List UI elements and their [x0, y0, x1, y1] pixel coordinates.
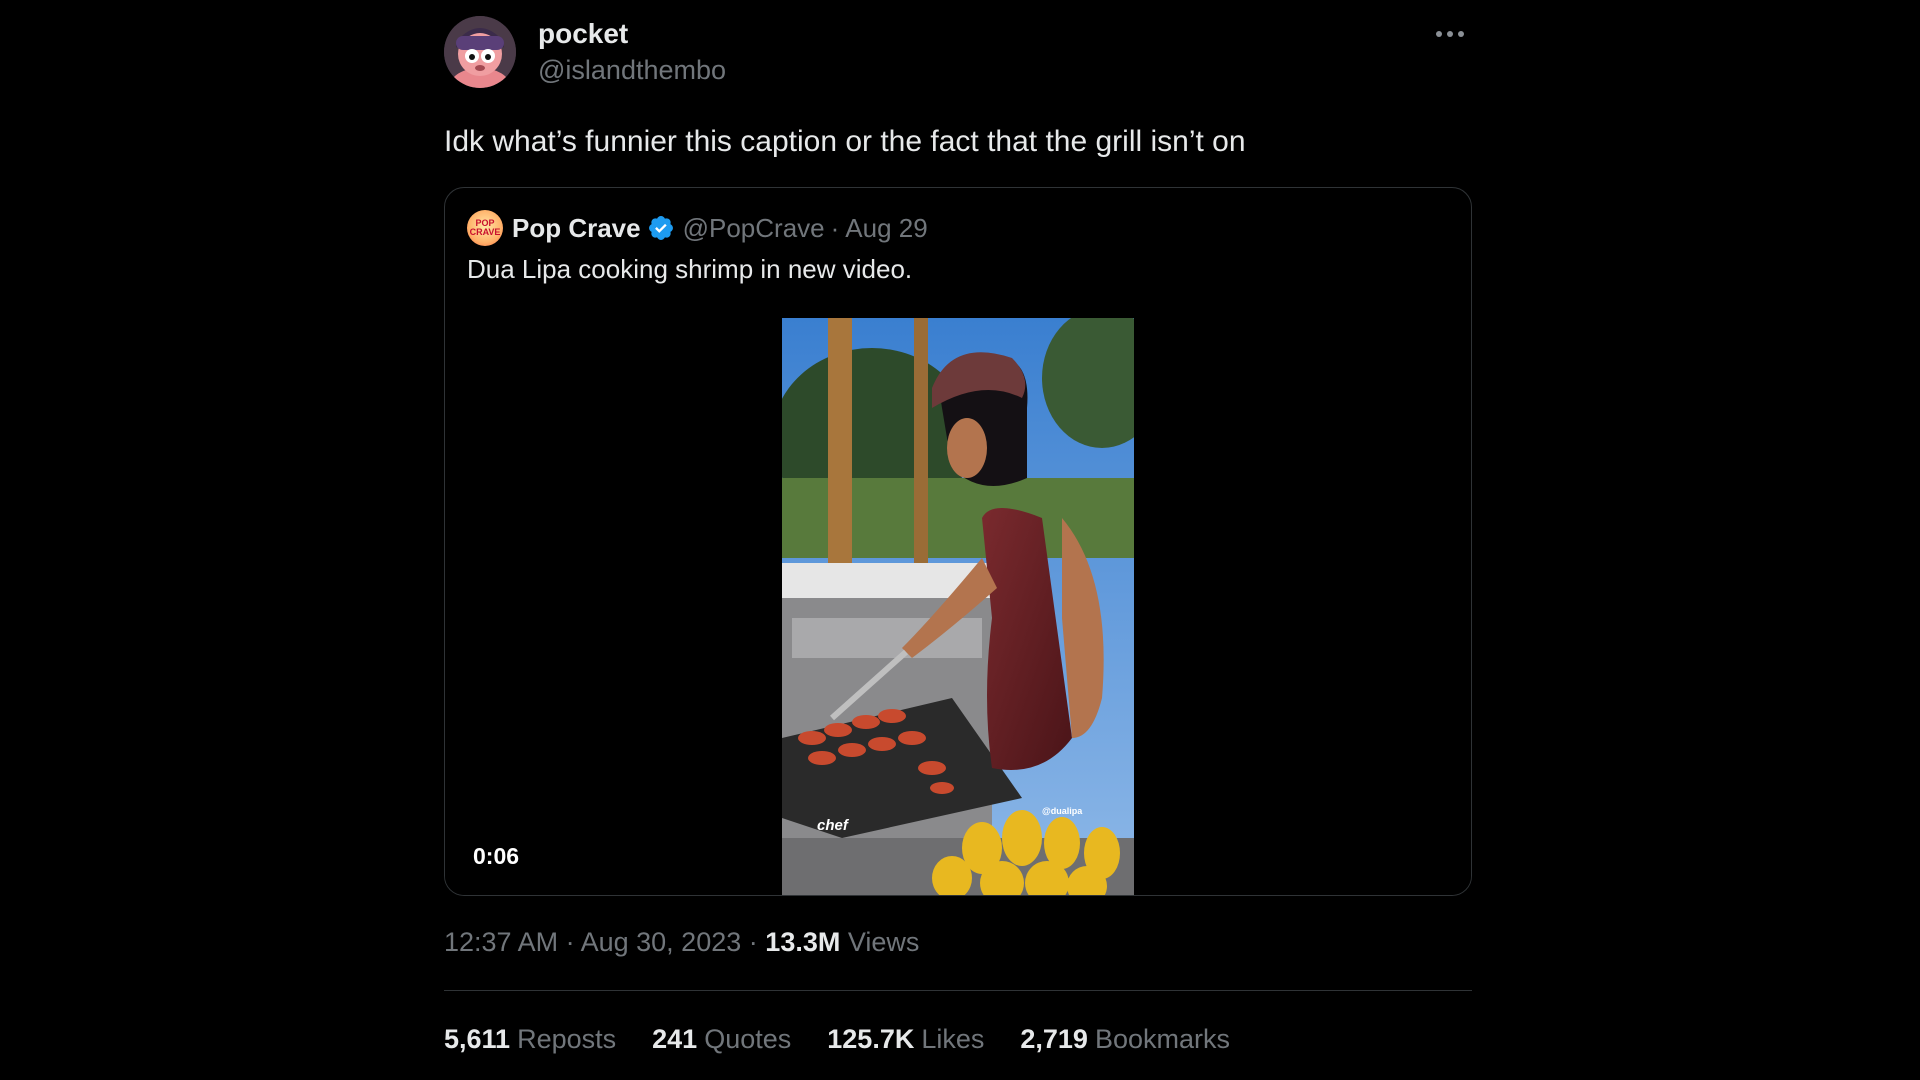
quoted-author-name[interactable]: Pop Crave: [512, 213, 641, 244]
quoted-author-handle[interactable]: @PopCrave: [683, 213, 825, 244]
stat-value: 125.7K: [827, 1024, 915, 1054]
post-time[interactable]: 12:37 AM: [444, 927, 558, 957]
stat-value: 5,611: [444, 1024, 511, 1054]
author-name[interactable]: pocket: [538, 17, 628, 51]
stat-quotes[interactable]: 241 Quotes: [652, 1022, 791, 1056]
stat-label: Quotes: [704, 1024, 792, 1054]
avatar-character-icon: [444, 16, 516, 88]
stat-reposts[interactable]: 5,611 Reposts: [444, 1022, 616, 1056]
post-meta: 12:37 AM · Aug 30, 2023 · 13.3M Views: [444, 925, 919, 959]
video-still-image: chef @dualipa: [782, 318, 1134, 895]
video-duration: 0:06: [473, 843, 520, 869]
divider: [444, 990, 1472, 991]
stat-label: Reposts: [517, 1024, 617, 1054]
video-overlay-handle: @dualipa: [1042, 806, 1083, 816]
author-handle[interactable]: @islandthembo: [538, 53, 726, 87]
separator-dot: ·: [748, 927, 758, 957]
separator-dot: ·: [830, 212, 840, 243]
pop-crave-logo: POP CRAVE: [469, 218, 501, 237]
post-stats: 5,611 Reposts 241 Quotes 125.7K Likes 2,719…: [444, 1022, 1266, 1056]
views-label: Views: [847, 927, 920, 957]
verified-badge-icon: [648, 216, 673, 240]
quoted-header: Pop Crave @PopCrave · Aug 29: [512, 211, 928, 245]
post-date[interactable]: Aug 30, 2023: [581, 927, 742, 957]
video-player[interactable]: chef @dualipa 0:06: [445, 318, 1471, 895]
stat-label: Bookmarks: [1094, 1024, 1230, 1054]
stat-label: Likes: [921, 1024, 985, 1054]
post: pocket @islandthembo Idk what’s funnier …: [444, 0, 1472, 1080]
quoted-text: Dua Lipa cooking shrimp in new video.: [467, 254, 913, 284]
views-count: 13.3M: [765, 927, 841, 957]
more-options-button[interactable]: [1428, 14, 1472, 54]
quoted-post-card[interactable]: POP CRAVE Pop Crave @PopCrave · Aug 29 Du…: [444, 187, 1472, 896]
more-horizontal-icon: [1436, 31, 1464, 37]
stat-bookmarks[interactable]: 2,719 Bookmarks: [1020, 1022, 1230, 1056]
quoted-date[interactable]: Aug 29: [845, 213, 927, 244]
video-overlay-chef: chef: [817, 817, 850, 834]
stat-likes[interactable]: 125.7K Likes: [827, 1022, 984, 1056]
separator-dot: ·: [565, 927, 575, 957]
author-avatar[interactable]: [444, 16, 516, 88]
stat-value: 2,719: [1020, 1024, 1088, 1054]
stat-value: 241: [652, 1024, 698, 1054]
post-text: Idk what’s funnier this caption or the f…: [444, 125, 1246, 158]
video-thumbnail[interactable]: chef @dualipa: [782, 318, 1134, 895]
quoted-author-avatar[interactable]: POP CRAVE: [467, 210, 503, 246]
